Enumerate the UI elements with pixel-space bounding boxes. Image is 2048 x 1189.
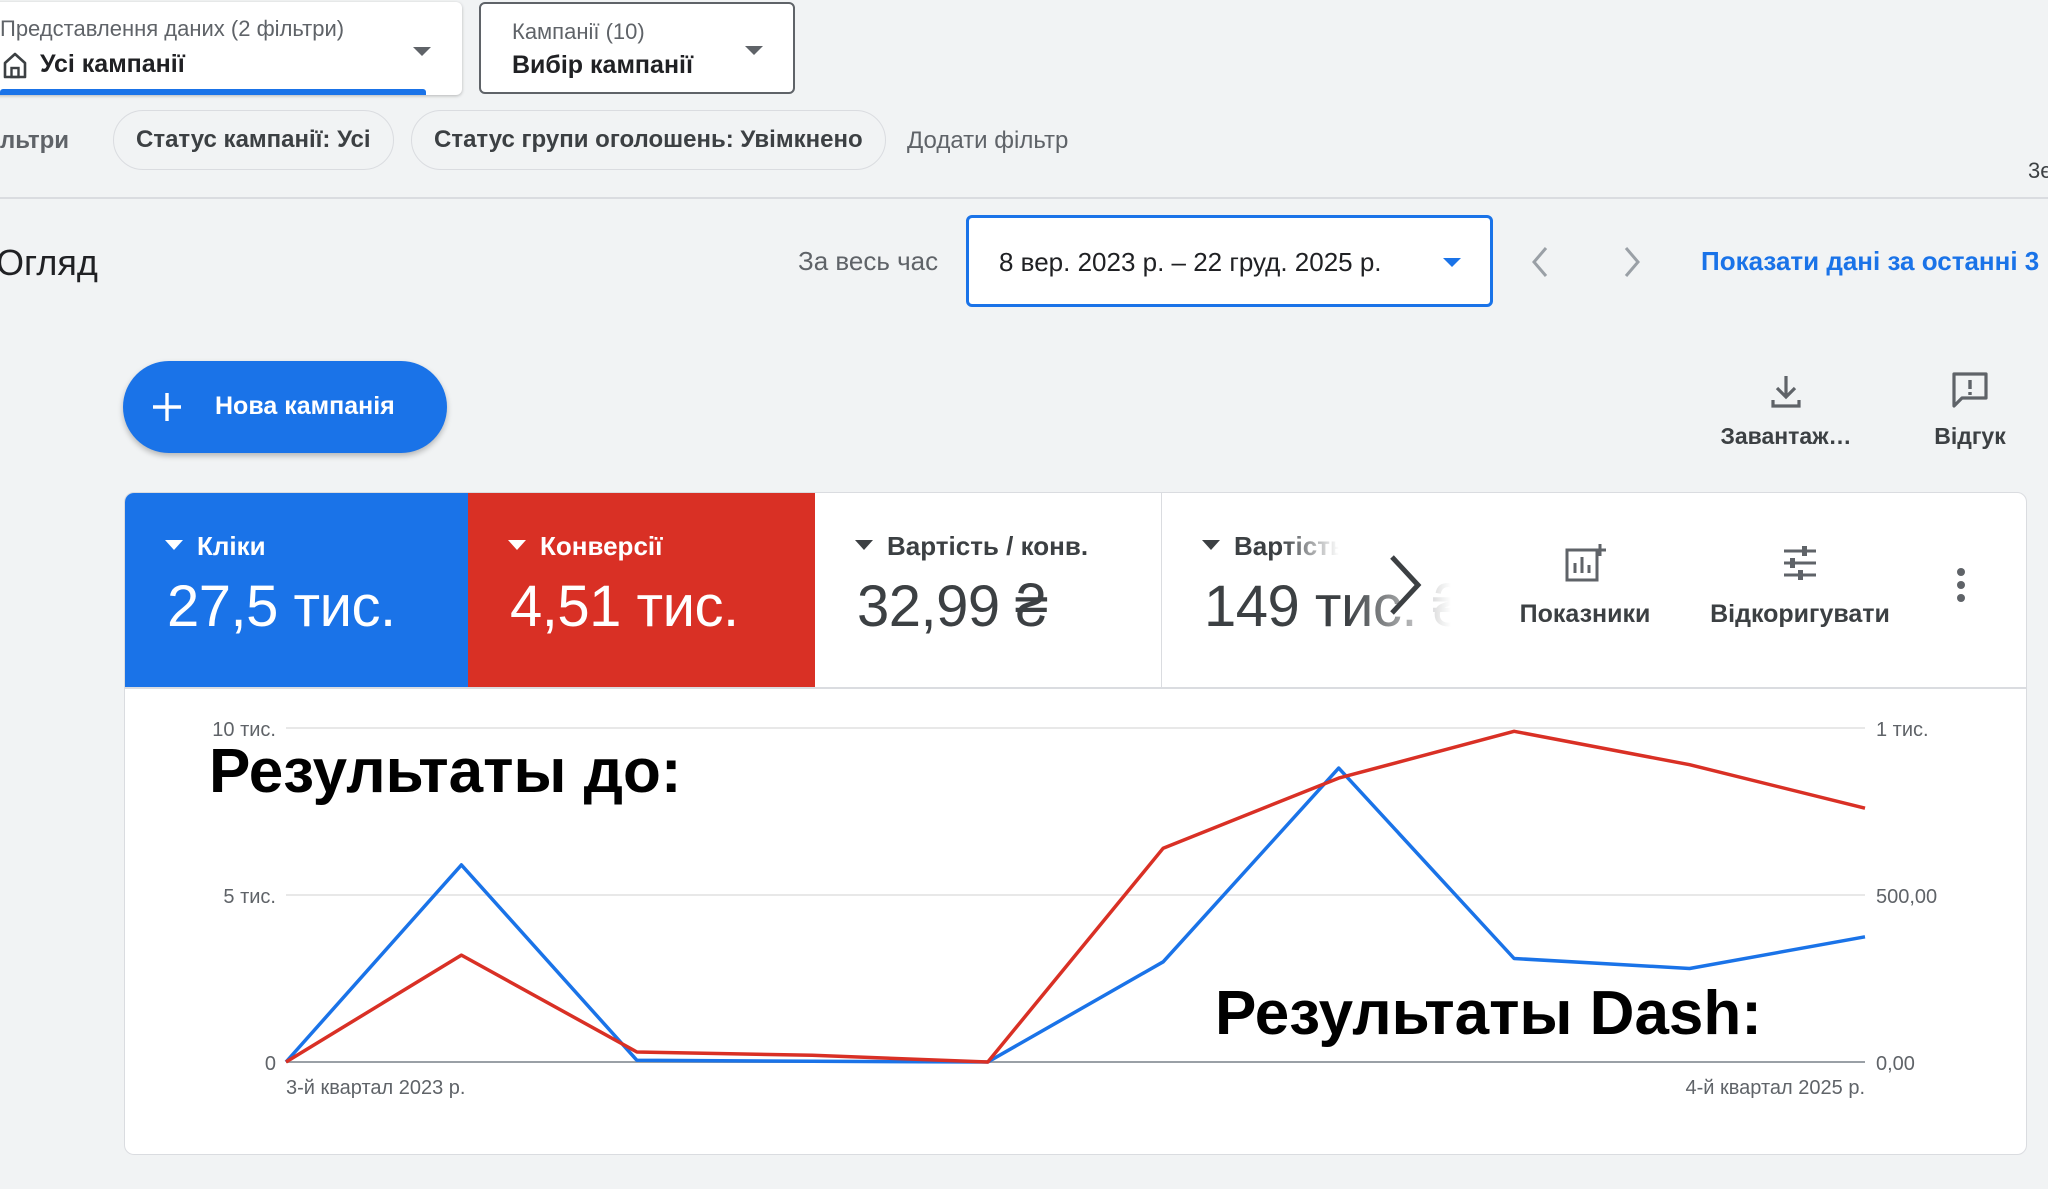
date-preset-label: За весь час bbox=[798, 246, 939, 276]
download-button[interactable]: Завантаж… bbox=[1706, 372, 1866, 450]
chevron-down-icon bbox=[413, 47, 431, 56]
date-range-text: 8 вер. 2023 р. – 22 груд. 2025 р. bbox=[999, 247, 1382, 277]
next-period-button[interactable] bbox=[1620, 244, 1644, 280]
new-campaign-label: Нова кампанія bbox=[215, 392, 395, 420]
right-axis-tick-label: 0,00 bbox=[1876, 1053, 1915, 1075]
previous-period-button[interactable] bbox=[1528, 244, 1552, 280]
annotation-before: Результаты до: bbox=[209, 737, 682, 806]
edge-text-fragment: 3є bbox=[2028, 158, 2048, 183]
page-title: Огляд bbox=[0, 242, 98, 283]
performance-card: Кліки 27,5 тис. Конверсії 4,51 тис. Варт… bbox=[124, 492, 2027, 1155]
feedback-button[interactable]: Відгук bbox=[1921, 370, 2019, 450]
campaign-selector-value: Вибір кампанії bbox=[512, 51, 694, 79]
campaign-selector[interactable]: Кампанії (10) Вибір кампанії bbox=[479, 2, 795, 94]
show-recent-link[interactable]: Показати дані за останні 3 bbox=[1701, 246, 2039, 277]
campaign-selector-caption: Кампанії (10) bbox=[512, 19, 645, 44]
annotation-after: Результаты Dash: bbox=[1215, 979, 1762, 1048]
chevron-down-icon bbox=[745, 46, 763, 55]
divider bbox=[0, 197, 2048, 199]
plus-icon bbox=[151, 391, 183, 428]
x-axis-end-label: 4-й квартал 2025 р. bbox=[1686, 1077, 1865, 1099]
chip-ad-group-status[interactable]: Статус групи оголошень: Увімкнено bbox=[411, 110, 886, 170]
view-selector-value: Усі кампанії bbox=[40, 50, 185, 78]
feedback-label: Відгук bbox=[1934, 423, 2006, 449]
x-axis-start-label: 3-й квартал 2023 р. bbox=[286, 1077, 465, 1099]
add-filter-link[interactable]: Додати фільтр bbox=[907, 127, 1068, 155]
active-underline bbox=[0, 89, 426, 95]
view-selector-caption: Представлення даних (2 фільтри) bbox=[0, 16, 345, 41]
right-axis-tick-label: 500,00 bbox=[1876, 886, 1937, 908]
home-icon bbox=[2, 51, 28, 84]
download-label: Завантаж… bbox=[1720, 423, 1852, 449]
download-icon bbox=[1767, 372, 1805, 415]
left-axis-tick-label: 5 тис. bbox=[223, 886, 276, 908]
chip-campaign-status[interactable]: Статус кампанії: Усі bbox=[113, 110, 394, 170]
right-axis-tick-label: 1 тис. bbox=[1876, 719, 1929, 741]
date-range-picker[interactable]: 8 вер. 2023 р. – 22 груд. 2025 р. bbox=[966, 215, 1493, 307]
feedback-icon bbox=[1950, 370, 1990, 415]
left-axis-tick-label: 0 bbox=[265, 1053, 276, 1075]
chevron-down-icon bbox=[1443, 258, 1461, 267]
view-selector[interactable]: Представлення даних (2 фільтри) Усі камп… bbox=[0, 2, 462, 95]
new-campaign-button[interactable]: Нова кампанія bbox=[123, 361, 447, 453]
performance-chart: 10 тис. 1 тис.5 тис. 500,000 0,003-й кварта… bbox=[212, 719, 1937, 1099]
filters-label: льтри bbox=[0, 127, 70, 154]
